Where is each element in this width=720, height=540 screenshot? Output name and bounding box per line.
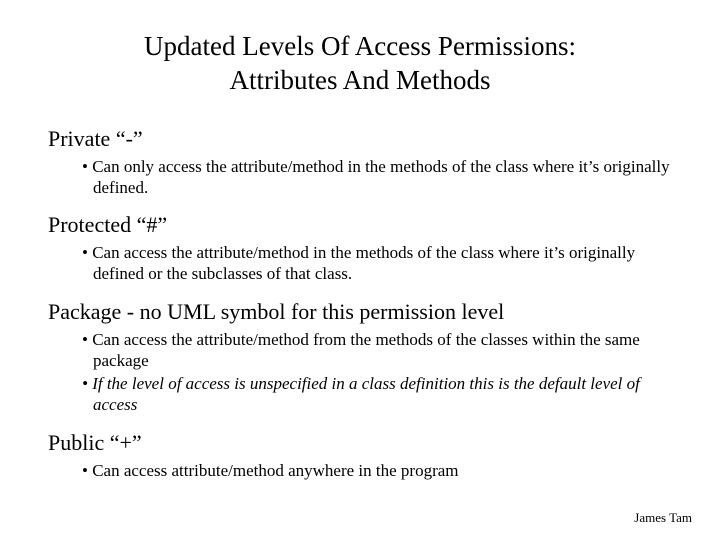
section-public: Public “+” Can access attribute/method a… [48,430,672,481]
bullet-item: Can access the attribute/method in the m… [82,242,672,285]
section-private: Private “-” Can only access the attribut… [48,126,672,199]
section-heading: Private “-” [48,126,672,152]
bullet-item: Can only access the attribute/method in … [82,156,672,199]
footer-author: James Tam [634,510,692,526]
section-package: Package - no UML symbol for this permiss… [48,299,672,416]
title-line-2: Attributes And Methods [230,65,491,95]
section-heading: Public “+” [48,430,672,456]
bullet-item: Can access the attribute/method from the… [82,329,672,372]
bullet-list: Can access the attribute/method from the… [48,329,672,416]
bullet-list: Can access attribute/method anywhere in … [48,460,672,481]
slide: Updated Levels Of Access Permissions: At… [0,0,720,540]
bullet-list: Can access the attribute/method in the m… [48,242,672,285]
title-line-1: Updated Levels Of Access Permissions: [144,31,576,61]
section-protected: Protected “#” Can access the attribute/m… [48,212,672,285]
section-heading: Protected “#” [48,212,672,238]
bullet-list: Can only access the attribute/method in … [48,156,672,199]
section-heading: Package - no UML symbol for this permiss… [48,299,672,325]
slide-title: Updated Levels Of Access Permissions: At… [48,30,672,98]
bullet-item: If the level of access is unspecified in… [82,373,672,416]
bullet-item: Can access attribute/method anywhere in … [82,460,672,481]
